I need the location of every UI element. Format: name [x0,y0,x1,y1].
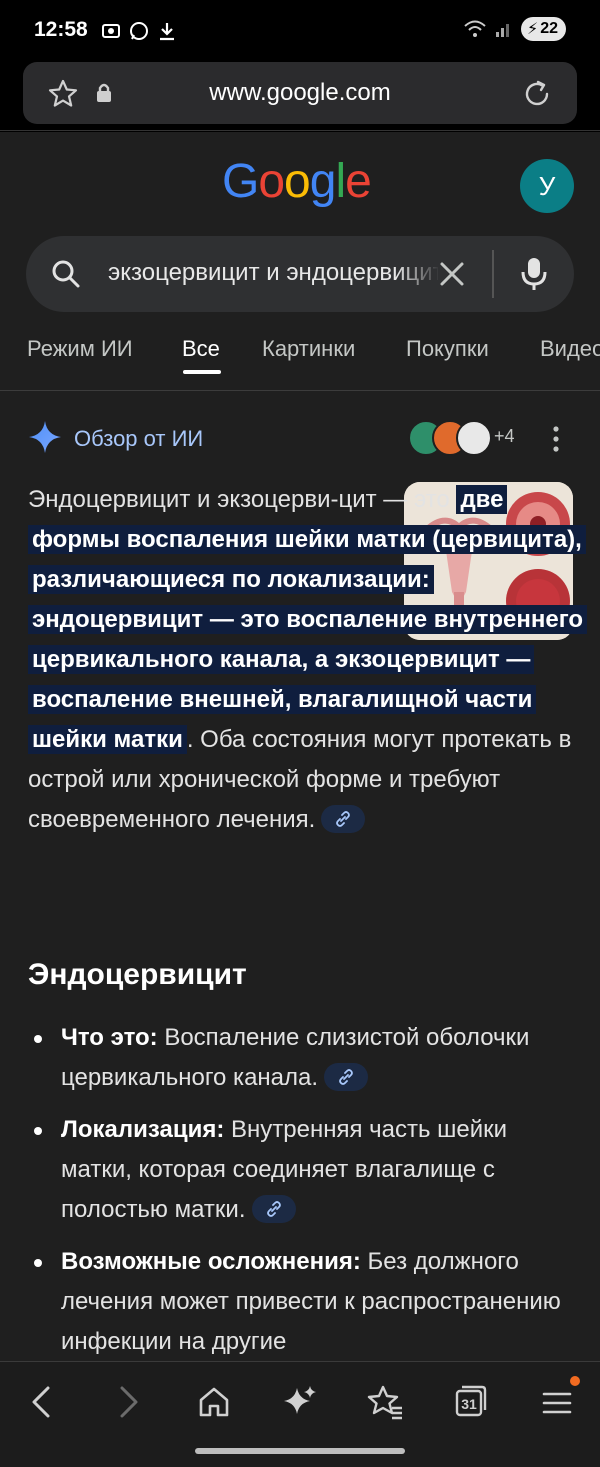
link-icon [339,1068,353,1085]
forward-icon[interactable] [114,1384,142,1420]
ai-sparkle-icon[interactable] [282,1384,318,1420]
browser-toolbar: www.google.com [0,62,600,132]
ai-overview-title: Обзор от ИИ [74,426,204,451]
active-tab-indicator [183,370,221,374]
wifi-icon [464,20,486,37]
list-item: Что это: Воспаление слизистой оболочки ц… [28,1018,578,1098]
item-label: Что это: [61,1024,158,1051]
status-bar: 12:58 ⚡ 22 [0,0,600,62]
search-input[interactable]: экзоцервицит и эндоцервицит [108,259,438,287]
more-options-icon[interactable] [552,426,560,452]
signal-icon [495,24,509,37]
bookmarks-icon[interactable] [366,1384,404,1420]
search-box[interactable]: экзоцервицит и эндоцервицит [26,236,574,312]
toolbar-divider [0,130,600,131]
microphone-icon[interactable] [520,256,548,292]
whatsapp-icon [130,22,148,40]
tabs-count: 31 [461,1396,477,1412]
bullet [34,1259,42,1267]
tab-videos[interactable]: Видео [540,336,600,362]
item-label: Локализация: [61,1116,225,1143]
bullet [34,1127,42,1135]
search-text-fade [396,254,440,294]
tab-all[interactable]: Все [182,336,220,362]
bullet [34,1035,42,1043]
charging-icon: ⚡ [526,21,539,38]
search-tabs: Режим ИИ Все Картинки Покупки Видео [0,336,600,390]
source-link-chip[interactable] [321,804,366,833]
search-divider [492,250,494,298]
clear-icon[interactable] [438,260,466,288]
menu-button[interactable] [542,1376,580,1420]
download-icon [160,23,174,41]
endocervicitis-list: Что это: Воспаление слизистой оболочки ц… [28,1018,578,1374]
summary-text-start: Эндоцервицит и экзоцерви-цит — это [28,486,457,513]
menu-icon [542,1392,572,1414]
more-sources-count[interactable]: +4 [494,426,515,447]
source-favicons[interactable]: +4 [408,420,518,456]
address-bar[interactable]: www.google.com [23,62,577,124]
list-item: Локализация: Внутренняя часть шейки матк… [28,1110,578,1230]
search-icon [52,260,80,288]
tab-images[interactable]: Картинки [262,336,355,362]
account-avatar[interactable]: У [520,159,574,213]
list-item: Возможные осложнения: Без должного лечен… [28,1242,578,1362]
ai-sparkle-icon [29,421,61,453]
link-icon [266,1200,281,1217]
link-icon [336,810,351,827]
home-icon[interactable] [196,1384,232,1420]
source-link-chip[interactable] [251,1194,296,1223]
source-link-chip[interactable] [324,1062,369,1091]
gesture-home-bar[interactable] [195,1448,405,1454]
battery-level: 22 [540,20,558,37]
google-logo[interactable]: Google [222,154,372,209]
tab-shopping[interactable]: Покупки [406,336,489,362]
tab-ai-mode[interactable]: Режим ИИ [27,336,133,362]
tabs-icon[interactable]: 31 [454,1384,488,1418]
section-heading: Эндоцервицит [28,958,247,991]
screenshot-icon [102,24,120,38]
ai-overview-summary: Эндоцервицит и экзоцерви-цит — это две ф… [28,480,588,840]
notification-dot [570,1376,580,1386]
back-icon[interactable] [28,1384,56,1420]
item-label: Возможные осложнения: [61,1248,361,1275]
summary-highlight: две формы воспаления шейки матки (цервиц… [28,485,588,754]
ai-overview-header: Обзор от ИИ +4 [28,420,578,460]
battery-indicator: ⚡ 22 [520,17,566,41]
status-time: 12:58 [34,18,88,41]
reload-icon[interactable] [521,78,553,110]
source-favicon[interactable] [456,420,492,456]
url-text[interactable]: www.google.com [23,79,577,107]
tabs-divider [0,390,600,391]
